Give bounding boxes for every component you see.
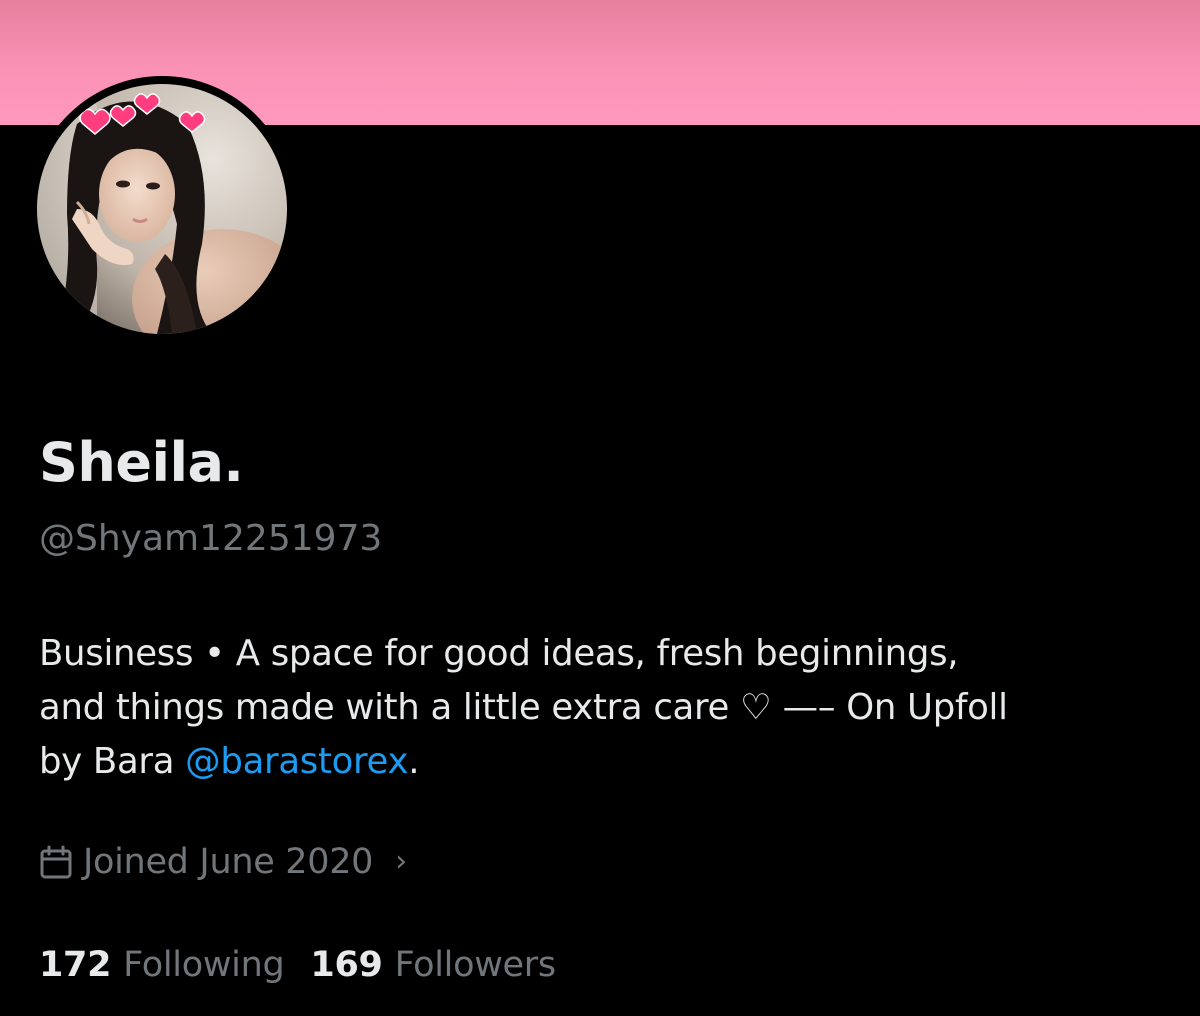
chevron-right-icon: › [395,844,407,879]
avatar[interactable] [37,84,287,334]
followers-label: Followers [394,945,557,985]
follow-stats: 172 Following 169 Followers [39,941,556,989]
heart-icon: ♡ [740,687,772,728]
bio-text: . [408,741,420,782]
followers-count: 169 [310,945,383,985]
bio-line-3: by Bara @barastorex. [39,735,1159,789]
display-name: Sheila. [39,431,244,494]
user-handle: @Shyam12251973 [39,518,383,559]
following-link[interactable]: 172 Following [39,941,285,989]
following-count: 172 [39,945,112,985]
bio-line-2: and things made with a little extra care… [39,681,1159,735]
mention-link[interactable]: @barastorex [185,741,408,782]
avatar-photo [37,84,287,334]
bio-line-1: Business • A space for good ideas, fresh… [39,633,959,674]
bio-text: —– On Upfoll [771,687,1008,728]
bio-text: by Bara [39,741,186,782]
bio-text: and things made with a little extra care [39,687,741,728]
joined-date[interactable]: Joined June 2020 › [39,838,407,886]
joined-label: Joined June 2020 [83,842,374,882]
following-label: Following [123,945,285,985]
calendar-icon [40,845,72,879]
profile-page: Sheila. @Shyam12251973 Business • A spac… [0,0,1200,1016]
profile-bio: Business • A space for good ideas, fresh… [39,627,1159,789]
followers-link[interactable]: 169 Followers [310,941,557,989]
